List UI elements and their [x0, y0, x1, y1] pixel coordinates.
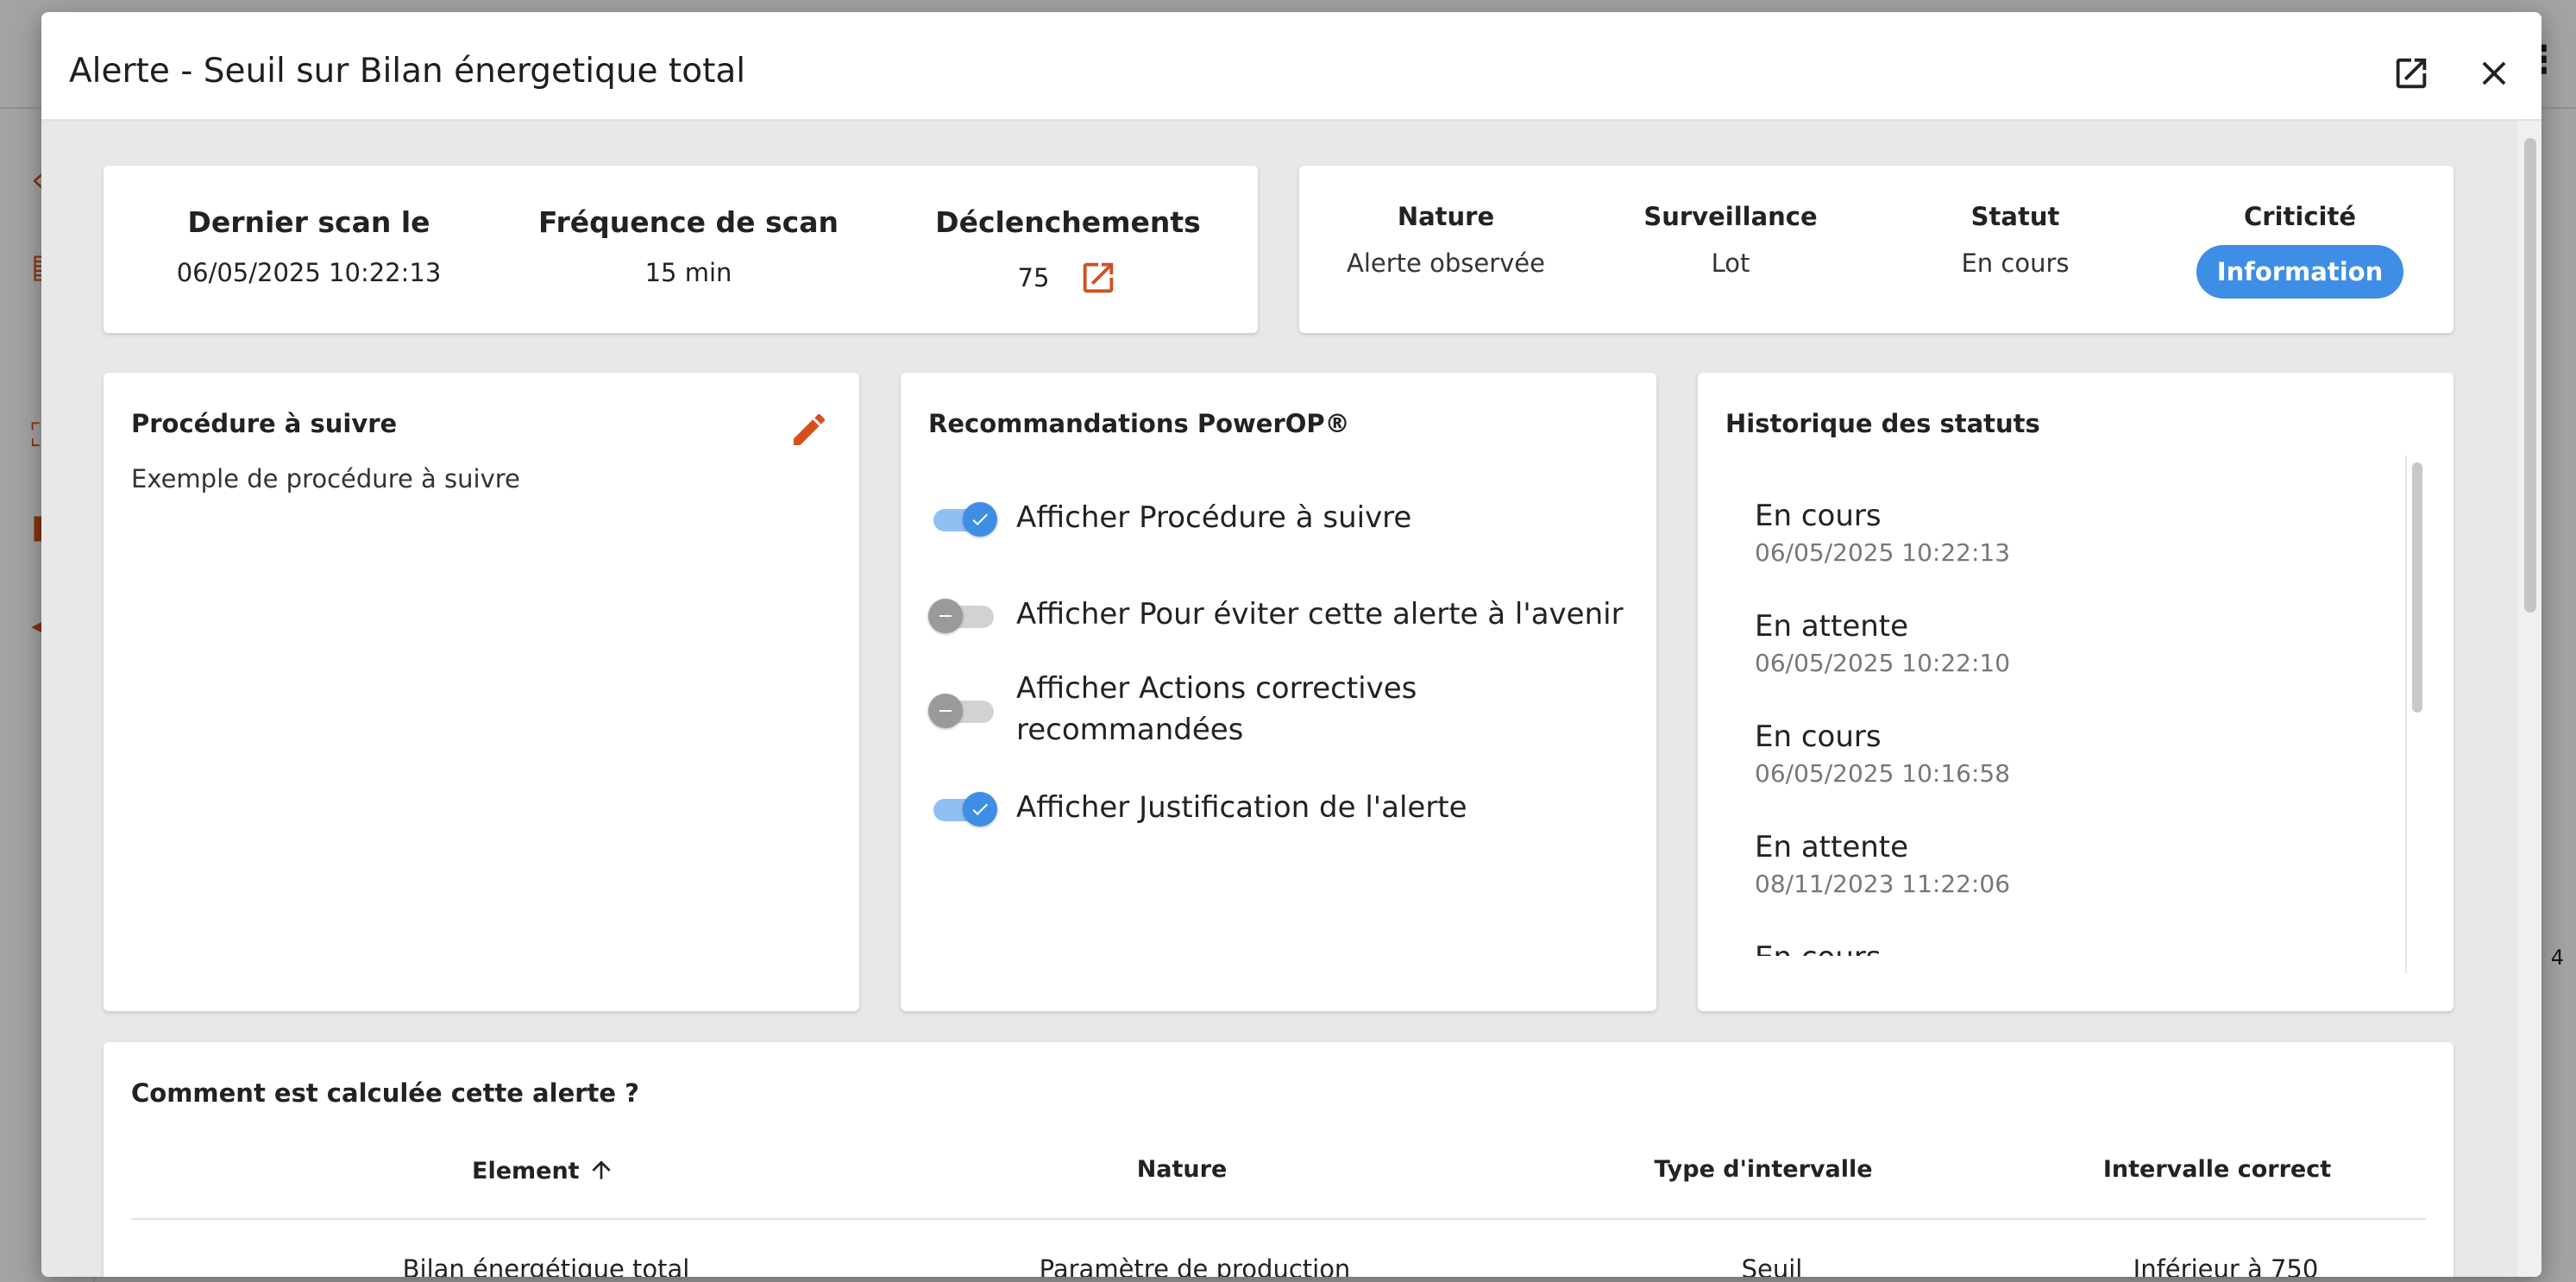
history-status: En attente	[1755, 830, 1909, 864]
last-scan-block: Dernier scan le 06/05/2025 10:22:13	[119, 205, 499, 287]
last-scan-value: 06/05/2025 10:22:13	[176, 258, 442, 287]
statut-label: Statut	[1970, 202, 2060, 231]
minus-icon	[939, 710, 952, 712]
history-item: En cours 06/05/2025 10:16:58	[1755, 720, 2010, 788]
statut-value: En cours	[1961, 248, 2070, 278]
history-scrollbar-track[interactable]	[2405, 456, 2424, 973]
toggle-label: Afficher Pour éviter cette alerte à l'av…	[1016, 597, 1624, 632]
column-header-nature[interactable]: Nature	[983, 1156, 1380, 1183]
open-in-new-icon	[2396, 58, 2427, 89]
history-item: En cours	[1755, 940, 1882, 956]
triggers-row: 75	[878, 258, 1258, 298]
recommendations-card: Recommandations PowerOP® Afficher Procéd…	[901, 373, 1656, 1011]
procedure-text: Exemple de procédure à suivre	[131, 464, 520, 493]
history-status: En cours	[1755, 940, 1882, 956]
nature-value: Alerte observée	[1347, 248, 1545, 278]
last-scan-label: Dernier scan le	[187, 205, 430, 239]
close-button[interactable]	[2471, 50, 2517, 97]
toggle-switch[interactable]	[928, 688, 999, 730]
modal-title: Alerte - Seuil sur Bilan énergetique tot…	[69, 52, 746, 91]
column-header-correct-interval[interactable]: Intervalle correct	[2019, 1156, 2416, 1183]
toggle-label: Afficher Justification de l'alerte	[1016, 790, 1467, 825]
close-icon	[2482, 61, 2506, 85]
nature-block: Nature Alerte observée	[1316, 202, 1575, 278]
status-info-card: Nature Alerte observée Surveillance Lot …	[1299, 166, 2453, 333]
toggle-row-corrective-actions[interactable]: Afficher Actions correctives recommandée…	[928, 668, 1499, 751]
scan-frequency-label: Fréquence de scan	[538, 205, 839, 239]
calculation-card: Comment est calculée cette alerte ? Elem…	[104, 1042, 2453, 1277]
triggers-label: Déclenchements	[935, 205, 1201, 239]
surveillance-block: Surveillance Lot	[1601, 202, 1860, 278]
table-divider	[131, 1218, 2426, 1220]
check-icon	[972, 513, 988, 525]
history-date: 06/05/2025 10:16:58	[1755, 759, 2011, 788]
column-header-interval-type[interactable]: Type d'intervalle	[1565, 1156, 1962, 1183]
history-date: 06/05/2025 10:22:10	[1755, 649, 2011, 677]
history-scrollbar-thumb[interactable]	[2412, 462, 2422, 713]
alert-modal: Alerte - Seuil sur Bilan énergetique tot…	[41, 12, 2541, 1277]
criticite-badge: Information	[2196, 245, 2404, 299]
history-list[interactable]: En cours 06/05/2025 10:22:13 En attente …	[1725, 456, 2424, 956]
toggle-label: Afficher Procédure à suivre	[1016, 500, 1412, 535]
criticite-label: Criticité	[2244, 202, 2356, 231]
toggle-switch[interactable]	[928, 497, 999, 538]
table-cell: Bilan énergétique total	[402, 1254, 690, 1277]
open-in-new-button[interactable]	[2388, 50, 2435, 97]
toggle-label: Afficher Actions correctives recommandée…	[1016, 671, 1417, 747]
toggle-switch[interactable]	[928, 787, 999, 828]
scan-info-card: Dernier scan le 06/05/2025 10:22:13 Fréq…	[104, 166, 1258, 333]
toggle-switch[interactable]	[928, 594, 999, 635]
recommendations-title: Recommandations PowerOP®	[928, 409, 1350, 438]
scan-frequency-block: Fréquence de scan 15 min	[499, 205, 878, 287]
modal-scrollbar-thumb[interactable]	[2524, 138, 2536, 613]
sort-ascending-icon[interactable]	[587, 1156, 615, 1184]
table-cell: Paramètre de production	[1039, 1254, 1351, 1277]
history-item: En cours 06/05/2025 10:22:13	[1755, 499, 2010, 567]
column-header-element[interactable]: Element	[345, 1156, 742, 1185]
minus-icon	[939, 615, 952, 617]
criticite-block: Criticité Information	[2171, 202, 2429, 299]
history-status: En cours	[1755, 499, 1882, 533]
surveillance-value: Lot	[1711, 248, 1750, 278]
procedure-title: Procédure à suivre	[131, 409, 398, 438]
statut-block: Statut En cours	[1886, 202, 2145, 278]
status-history-card: Historique des statuts En cours 06/05/20…	[1698, 373, 2453, 1011]
toggle-row-prevention[interactable]: Afficher Pour éviter cette alerte à l'av…	[928, 594, 1637, 635]
toggle-row-justification[interactable]: Afficher Justification de l'alerte	[928, 787, 1637, 828]
modal-header: Alerte - Seuil sur Bilan énergetique tot…	[41, 12, 2541, 121]
table-cell: Inférieur à 750	[2133, 1254, 2319, 1277]
history-item: En attente 06/05/2025 10:22:10	[1755, 609, 2010, 677]
nature-label: Nature	[1397, 202, 1495, 231]
scan-frequency-value: 15 min	[644, 258, 732, 287]
check-icon	[972, 803, 988, 815]
column-header-label: Element	[472, 1158, 580, 1185]
table-cell: Seuil	[1741, 1254, 1803, 1277]
open-triggers-icon[interactable]	[1078, 258, 1118, 298]
history-item: En attente 08/11/2023 11:22:06	[1755, 830, 2010, 898]
surveillance-label: Surveillance	[1643, 202, 1818, 231]
history-status: En cours	[1755, 720, 1882, 754]
history-date: 08/11/2023 11:22:06	[1755, 870, 2011, 898]
history-date: 06/05/2025 10:22:13	[1755, 538, 2011, 567]
triggers-block: Déclenchements 75	[878, 205, 1258, 298]
edit-pencil-icon[interactable]	[789, 409, 830, 450]
toggle-row-procedure[interactable]: Afficher Procédure à suivre	[928, 497, 1637, 538]
procedure-card: Procédure à suivre Exemple de procédure …	[104, 373, 859, 1011]
triggers-count: 75	[1017, 263, 1050, 292]
calculation-title: Comment est calculée cette alerte ?	[131, 1078, 639, 1108]
history-title: Historique des statuts	[1725, 409, 2040, 438]
history-status: En attente	[1755, 609, 1909, 644]
